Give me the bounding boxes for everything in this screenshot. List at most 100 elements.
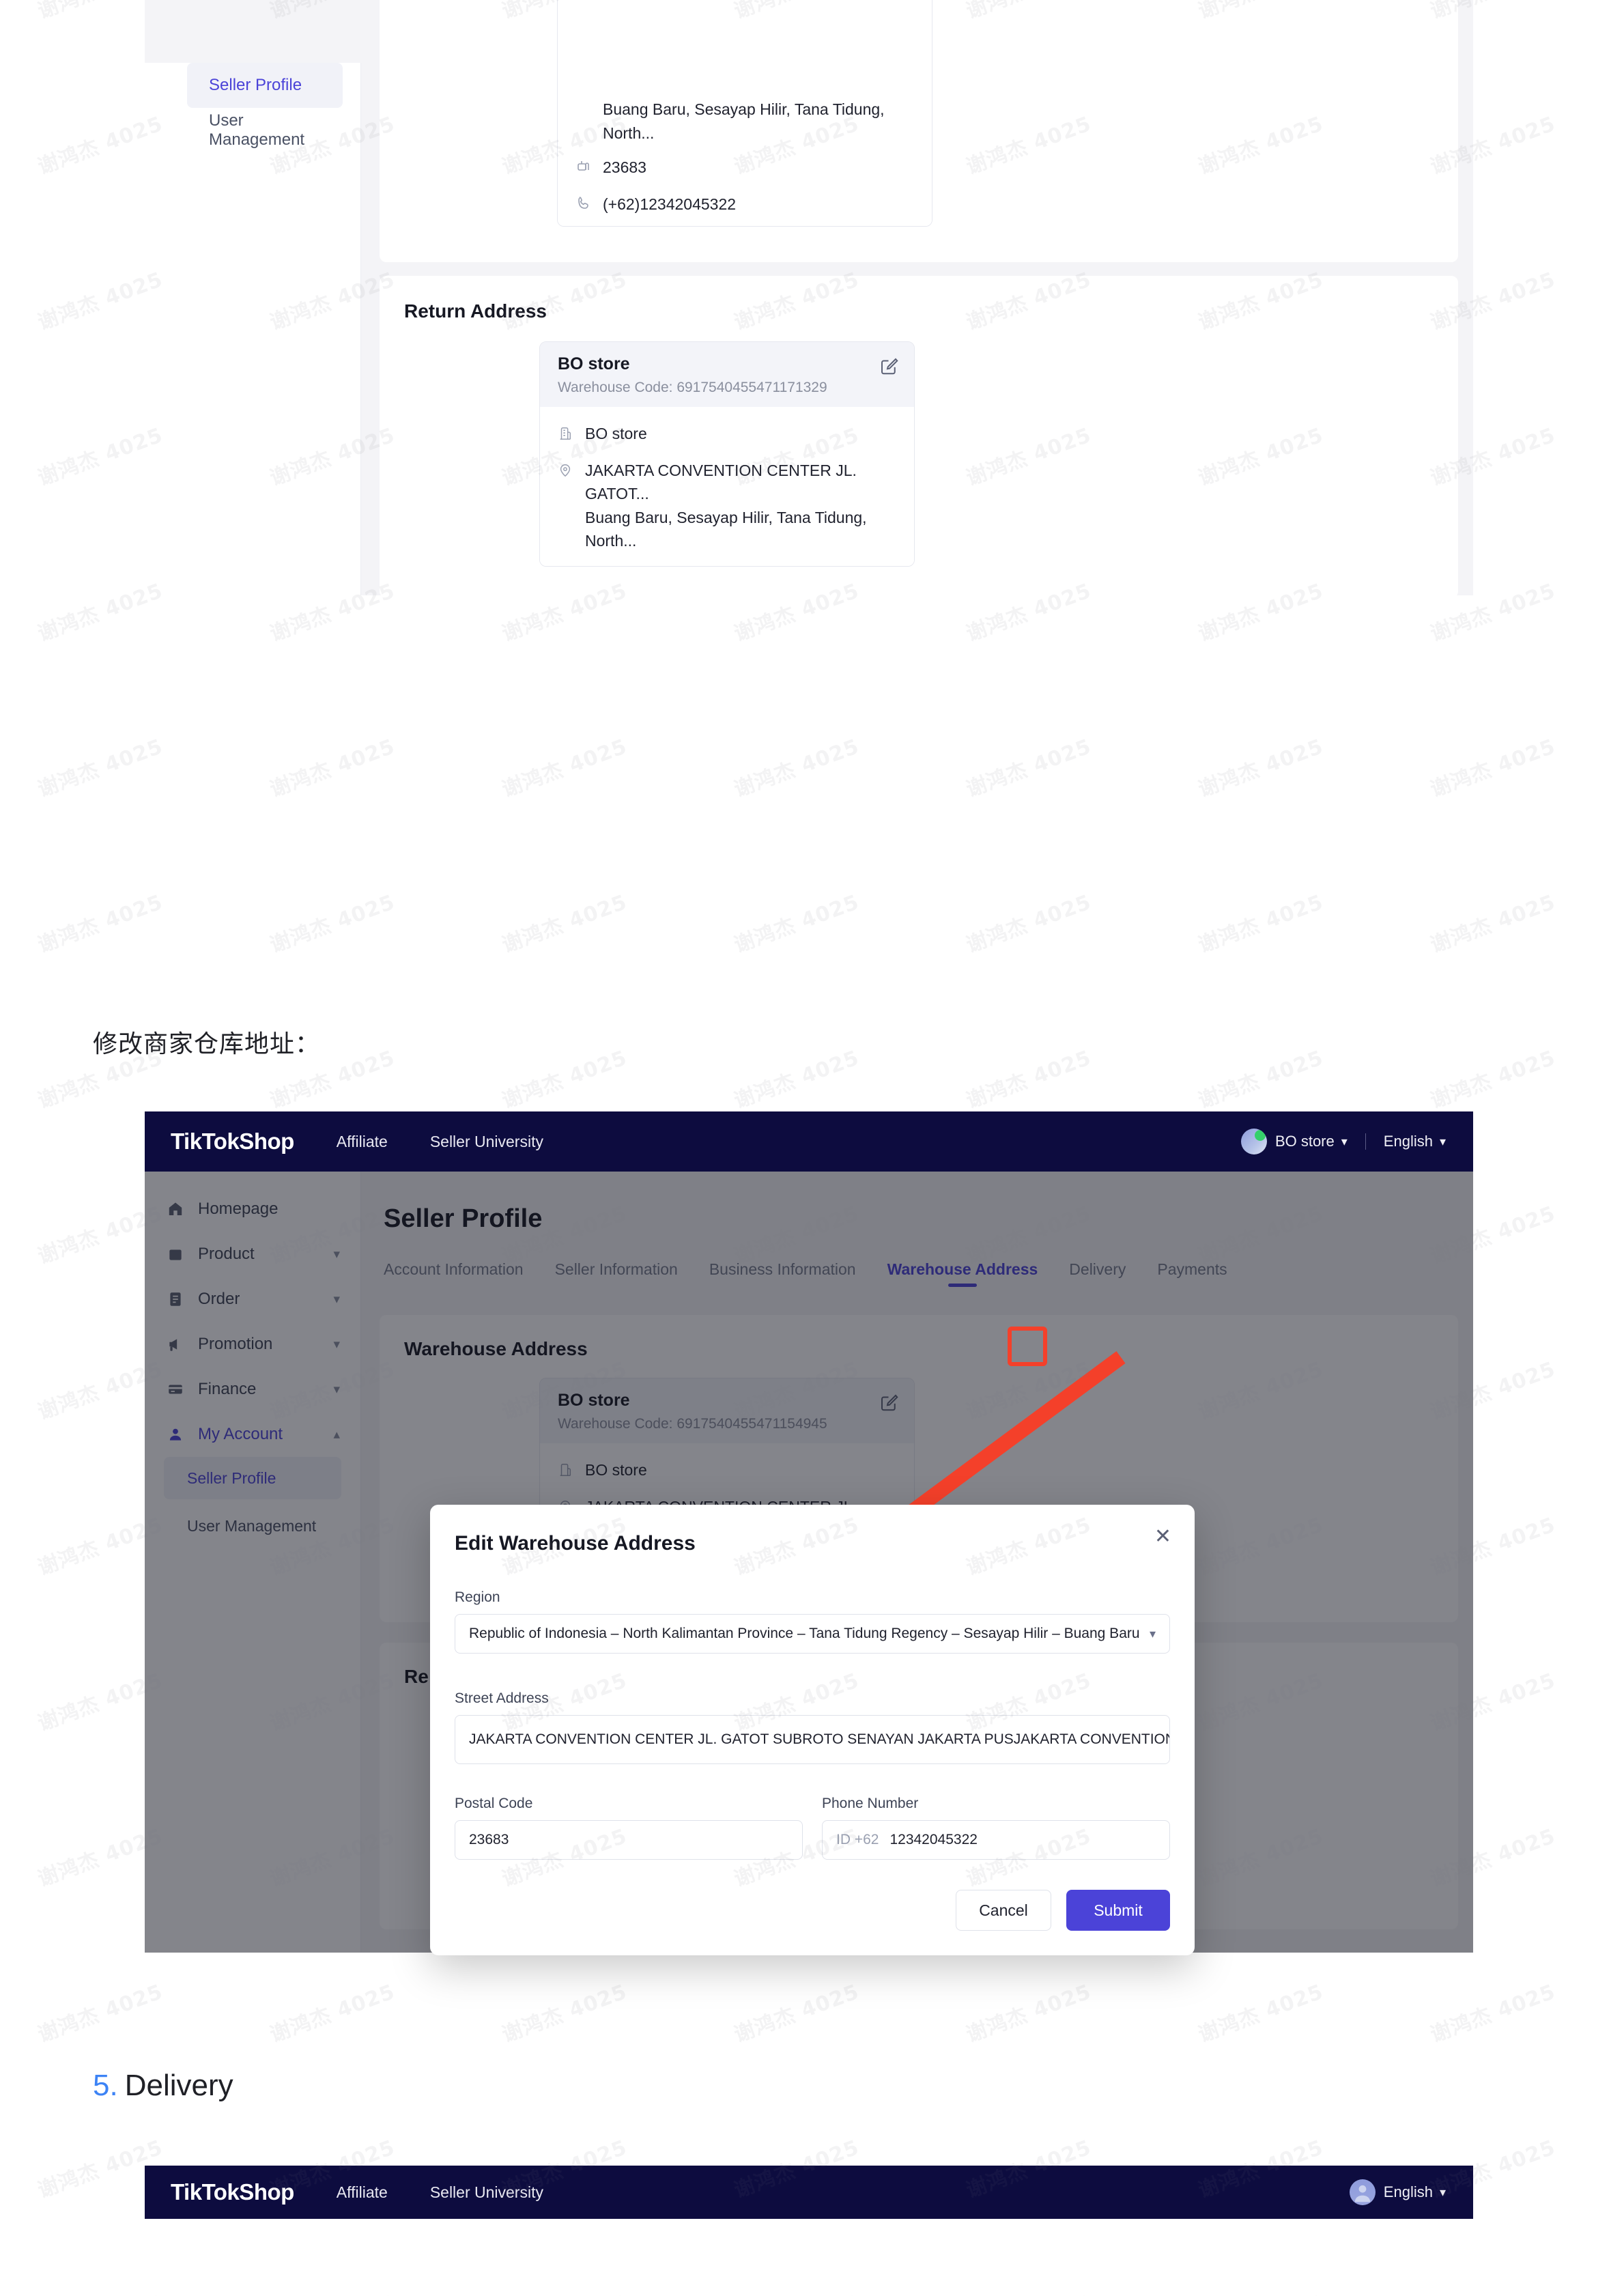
chevron-up-icon[interactable]: ▴ xyxy=(333,1427,340,1443)
sidebar-item-user-management[interactable]: User Management xyxy=(187,108,343,153)
sidebar-item-order[interactable]: Order ▾ xyxy=(145,1277,360,1322)
sidebar-item-product[interactable]: Product ▾ xyxy=(145,1232,360,1277)
postal-code-input[interactable]: 23683 xyxy=(455,1820,803,1860)
nav-link-affiliate[interactable]: Affiliate xyxy=(337,1133,388,1151)
top-bar-right: English ▾ xyxy=(1349,2179,1446,2205)
watermark-text: 谢鸿杰 4025 xyxy=(1195,1980,1327,2047)
edit-address-icon[interactable] xyxy=(879,1392,899,1413)
watermark-text: 谢鸿杰 4025 xyxy=(1427,735,1559,802)
caption-modify-warehouse-address: 修改商家仓库地址： xyxy=(93,1030,321,1058)
edit-address-icon[interactable] xyxy=(879,356,899,376)
submit-button[interactable]: Submit xyxy=(1066,1890,1170,1931)
building-icon xyxy=(558,1458,574,1484)
postal-code-value: 23683 xyxy=(603,158,646,176)
sidebar-item-label: Seller Profile xyxy=(187,1469,276,1487)
nav-link-affiliate[interactable]: Affiliate xyxy=(337,2183,388,2202)
sidebar-item-user-management[interactable]: User Management xyxy=(164,1505,341,1547)
watermark-text: 谢鸿杰 4025 xyxy=(34,1980,167,2047)
document-page: Seller Profile User Management Buang Bar… xyxy=(0,0,1624,2296)
chevron-down-icon[interactable]: ▾ xyxy=(1440,2185,1446,2200)
chevron-down-icon[interactable]: ▾ xyxy=(1341,1135,1348,1149)
sidebar-item-label: User Management xyxy=(187,1516,317,1535)
language-selector-label[interactable]: English xyxy=(1384,2183,1433,2201)
tab-payments[interactable]: Payments xyxy=(1157,1260,1227,1287)
watermark-text: 谢鸿杰 4025 xyxy=(963,1046,1095,1114)
tab-label: Seller Information xyxy=(554,1260,678,1278)
phone-number-input[interactable]: ID +62 12342045322 xyxy=(822,1820,1170,1860)
chevron-down-icon[interactable]: ▾ xyxy=(1150,1627,1156,1641)
address-line2: Buang Baru, Sesayap Hilir, Tana Tidung, … xyxy=(585,508,867,550)
address-line2-row: Buang Baru, Sesayap Hilir, Tana Tidung, … xyxy=(575,98,914,145)
order-icon xyxy=(167,1290,187,1308)
sidebar-item-label: Homepage xyxy=(198,1200,279,1218)
cancel-button[interactable]: Cancel xyxy=(956,1890,1051,1931)
street-address-input[interactable]: JAKARTA CONVENTION CENTER JL. GATOT SUBR… xyxy=(455,1715,1170,1764)
chevron-down-icon[interactable]: ▾ xyxy=(333,1247,340,1262)
tab-label: Delivery xyxy=(1069,1260,1126,1278)
street-address-label: Street Address xyxy=(455,1690,549,1706)
postal-code-field-group: Postal Code 23683 xyxy=(455,1796,803,1860)
watermark-text: 谢鸿杰 4025 xyxy=(265,2286,398,2296)
watermark-text: 谢鸿杰 4025 xyxy=(498,1980,631,2047)
chevron-down-icon[interactable]: ▾ xyxy=(333,1292,340,1307)
address-card-body: BO store JAKARTA CONVENTION CENTER JL. G… xyxy=(540,407,914,566)
postal-code-value: 23683 xyxy=(469,1832,509,1847)
watermark-text: 谢鸿杰 4025 xyxy=(963,1980,1095,2047)
tab-business-information[interactable]: Business Information xyxy=(709,1260,856,1287)
section-number: 5. xyxy=(93,2069,118,2102)
watermark-text: 谢鸿杰 4025 xyxy=(498,1046,631,1114)
warehouse-code: Warehouse Code: 6917540455471154945 xyxy=(558,1416,827,1432)
chevron-down-icon[interactable]: ▾ xyxy=(333,1382,340,1398)
watermark-text: 谢鸿杰 4025 xyxy=(498,735,631,802)
location-pin-icon xyxy=(558,459,574,485)
street-address-field-group: Street Address JAKARTA CONVENTION CENTER… xyxy=(455,1690,1170,1764)
region-select[interactable]: Republic of Indonesia – North Kalimantan… xyxy=(455,1614,1170,1654)
watermark-text: 谢鸿杰 4025 xyxy=(1427,1046,1559,1114)
screenshot-delivery-topbar: TikTokShop Affiliate Seller University E… xyxy=(145,2166,1473,2219)
page-title: Seller Profile xyxy=(384,1204,543,1233)
phone-icon xyxy=(575,193,592,218)
sidebar-item-seller-profile[interactable]: Seller Profile xyxy=(187,63,343,108)
store-switcher-label[interactable]: BO store xyxy=(1275,1133,1335,1150)
screenshot-warehouse-return-address: Seller Profile User Management Buang Bar… xyxy=(145,0,1473,595)
language-selector-label[interactable]: English xyxy=(1384,1133,1433,1150)
sidebar-item-finance[interactable]: Finance ▾ xyxy=(145,1367,360,1412)
tab-label: Business Information xyxy=(709,1260,856,1278)
tab-delivery[interactable]: Delivery xyxy=(1069,1260,1126,1287)
tab-label: Payments xyxy=(1157,1260,1227,1278)
chevron-down-icon[interactable]: ▾ xyxy=(333,1337,340,1352)
tab-warehouse-address[interactable]: Warehouse Address xyxy=(887,1260,1038,1287)
watermark-text: 谢鸿杰 4025 xyxy=(1195,735,1327,802)
sidebar-item-label: Promotion xyxy=(198,1335,273,1353)
warehouse-address-panel-partial: Buang Baru, Sesayap Hilir, Tana Tidung, … xyxy=(380,0,1458,262)
sidebar-item-label: Product xyxy=(198,1245,255,1263)
location-pin-icon xyxy=(575,98,592,100)
phone-value: (+62)12342045322 xyxy=(603,195,737,213)
close-icon[interactable]: ✕ xyxy=(1154,1527,1171,1547)
address-line1: JAKARTA CONVENTION CENTER JL. GATOT... xyxy=(585,461,857,503)
nav-link-seller-university[interactable]: Seller University xyxy=(430,1133,543,1151)
chevron-down-icon[interactable]: ▾ xyxy=(1440,1135,1446,1149)
sidebar-item-label: Seller Profile xyxy=(209,76,302,94)
tab-label: Warehouse Address xyxy=(887,1260,1038,1278)
address-card-header: BO store Warehouse Code: 691754045547115… xyxy=(540,1378,914,1443)
address-card-partial: Buang Baru, Sesayap Hilir, Tana Tidung, … xyxy=(557,0,932,227)
product-icon xyxy=(167,1245,187,1263)
watermark-text: 谢鸿杰 4025 xyxy=(34,735,167,802)
nav-link-seller-university[interactable]: Seller University xyxy=(430,2183,543,2202)
watermark-text: 谢鸿杰 4025 xyxy=(1427,1980,1559,2047)
sidebar-item-my-account[interactable]: My Account ▴ xyxy=(145,1412,360,1457)
sidebar-item-seller-profile[interactable]: Seller Profile xyxy=(164,1457,341,1499)
sidebar-item-label: User Management xyxy=(209,111,305,149)
store-name-row: BO store xyxy=(558,422,896,448)
shot1-content: Buang Baru, Sesayap Hilir, Tana Tidung, … xyxy=(362,0,1473,595)
tab-bar: Account Information Seller Information B… xyxy=(384,1260,1227,1287)
sidebar-item-promotion[interactable]: Promotion ▾ xyxy=(145,1322,360,1367)
watermark-text: 谢鸿杰 4025 xyxy=(1425,2286,1558,2296)
highlight-box-edit-icon xyxy=(1008,1327,1047,1366)
sidebar-item-homepage[interactable]: Homepage xyxy=(145,1187,360,1232)
sidebar-item-label: Finance xyxy=(198,1380,257,1398)
tab-account-information[interactable]: Account Information xyxy=(384,1260,524,1287)
tab-seller-information[interactable]: Seller Information xyxy=(555,1260,678,1287)
return-address-card: BO store Warehouse Code: 691754045547117… xyxy=(539,341,915,567)
